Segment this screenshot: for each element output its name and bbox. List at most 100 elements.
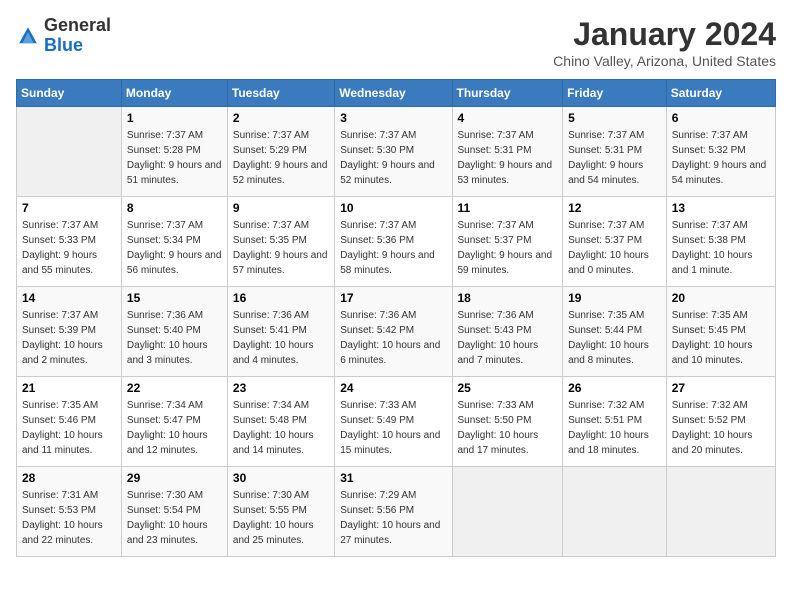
calendar-cell: 19 Sunrise: 7:35 AMSunset: 5:44 PMDayligh… [563,287,667,377]
day-number: 10 [340,201,446,215]
day-number: 29 [127,471,222,485]
day-info: Sunrise: 7:37 AMSunset: 5:38 PMDaylight:… [672,218,770,278]
calendar-cell [17,107,122,197]
day-info: Sunrise: 7:35 AMSunset: 5:46 PMDaylight:… [22,398,116,458]
col-header-friday: Friday [563,80,667,107]
calendar-cell: 23 Sunrise: 7:34 AMSunset: 5:48 PMDayligh… [227,377,334,467]
day-info: Sunrise: 7:34 AMSunset: 5:47 PMDaylight:… [127,398,222,458]
day-number: 19 [568,291,661,305]
col-header-sunday: Sunday [17,80,122,107]
calendar-cell: 2 Sunrise: 7:37 AMSunset: 5:29 PMDaylight… [227,107,334,197]
logo: General Blue [16,16,111,56]
calendar-cell: 1 Sunrise: 7:37 AMSunset: 5:28 PMDaylight… [121,107,227,197]
col-header-thursday: Thursday [452,80,563,107]
day-number: 4 [458,111,558,125]
day-info: Sunrise: 7:30 AMSunset: 5:54 PMDaylight:… [127,488,222,548]
day-info: Sunrise: 7:29 AMSunset: 5:56 PMDaylight:… [340,488,446,548]
day-number: 12 [568,201,661,215]
day-number: 8 [127,201,222,215]
logo-blue-text: Blue [44,35,83,55]
day-number: 16 [233,291,329,305]
day-info: Sunrise: 7:37 AMSunset: 5:32 PMDaylight:… [672,128,770,188]
day-number: 1 [127,111,222,125]
day-info: Sunrise: 7:31 AMSunset: 5:53 PMDaylight:… [22,488,116,548]
day-number: 7 [22,201,116,215]
day-info: Sunrise: 7:35 AMSunset: 5:44 PMDaylight:… [568,308,661,368]
day-number: 25 [458,381,558,395]
logo-icon [16,24,40,48]
day-number: 23 [233,381,329,395]
calendar-cell: 9 Sunrise: 7:37 AMSunset: 5:35 PMDaylight… [227,197,334,287]
day-number: 24 [340,381,446,395]
calendar-cell: 18 Sunrise: 7:36 AMSunset: 5:43 PMDayligh… [452,287,563,377]
day-number: 5 [568,111,661,125]
day-number: 27 [672,381,770,395]
calendar-cell: 20 Sunrise: 7:35 AMSunset: 5:45 PMDayligh… [666,287,775,377]
calendar-cell: 22 Sunrise: 7:34 AMSunset: 5:47 PMDayligh… [121,377,227,467]
day-info: Sunrise: 7:33 AMSunset: 5:50 PMDaylight:… [458,398,558,458]
day-number: 26 [568,381,661,395]
day-info: Sunrise: 7:37 AMSunset: 5:34 PMDaylight:… [127,218,222,278]
day-info: Sunrise: 7:37 AMSunset: 5:33 PMDaylight:… [22,218,116,278]
calendar-cell: 26 Sunrise: 7:32 AMSunset: 5:51 PMDayligh… [563,377,667,467]
calendar-title: January 2024 [553,16,776,53]
calendar-cell: 4 Sunrise: 7:37 AMSunset: 5:31 PMDaylight… [452,107,563,197]
page-header: General Blue January 2024 Chino Valley, … [16,16,776,69]
day-info: Sunrise: 7:32 AMSunset: 5:51 PMDaylight:… [568,398,661,458]
calendar-cell: 21 Sunrise: 7:35 AMSunset: 5:46 PMDayligh… [17,377,122,467]
logo-general-text: General [44,15,111,35]
day-info: Sunrise: 7:37 AMSunset: 5:39 PMDaylight:… [22,308,116,368]
calendar-cell [563,467,667,557]
day-info: Sunrise: 7:37 AMSunset: 5:30 PMDaylight:… [340,128,446,188]
day-info: Sunrise: 7:37 AMSunset: 5:28 PMDaylight:… [127,128,222,188]
calendar-cell: 12 Sunrise: 7:37 AMSunset: 5:37 PMDayligh… [563,197,667,287]
day-number: 11 [458,201,558,215]
col-header-tuesday: Tuesday [227,80,334,107]
calendar-cell: 28 Sunrise: 7:31 AMSunset: 5:53 PMDayligh… [17,467,122,557]
day-info: Sunrise: 7:30 AMSunset: 5:55 PMDaylight:… [233,488,329,548]
calendar-cell: 13 Sunrise: 7:37 AMSunset: 5:38 PMDayligh… [666,197,775,287]
calendar-cell: 10Sunrise: 7:37 AMSunset: 5:36 PMDayligh… [335,197,452,287]
day-info: Sunrise: 7:36 AMSunset: 5:40 PMDaylight:… [127,308,222,368]
day-number: 18 [458,291,558,305]
day-number: 9 [233,201,329,215]
calendar-cell: 17 Sunrise: 7:36 AMSunset: 5:42 PMDayligh… [335,287,452,377]
day-number: 17 [340,291,446,305]
day-number: 28 [22,471,116,485]
calendar-cell: 3 Sunrise: 7:37 AMSunset: 5:30 PMDaylight… [335,107,452,197]
day-info: Sunrise: 7:36 AMSunset: 5:41 PMDaylight:… [233,308,329,368]
day-info: Sunrise: 7:34 AMSunset: 5:48 PMDaylight:… [233,398,329,458]
calendar-cell: 29 Sunrise: 7:30 AMSunset: 5:54 PMDayligh… [121,467,227,557]
day-number: 21 [22,381,116,395]
calendar-cell [452,467,563,557]
day-number: 22 [127,381,222,395]
calendar-cell: 14Sunrise: 7:37 AMSunset: 5:39 PMDayligh… [17,287,122,377]
day-number: 31 [340,471,446,485]
day-number: 13 [672,201,770,215]
day-info: Sunrise: 7:37 AMSunset: 5:37 PMDaylight:… [568,218,661,278]
calendar-cell: 27 Sunrise: 7:32 AMSunset: 5:52 PMDayligh… [666,377,775,467]
col-header-wednesday: Wednesday [335,80,452,107]
day-number: 30 [233,471,329,485]
day-info: Sunrise: 7:36 AMSunset: 5:42 PMDaylight:… [340,308,446,368]
day-info: Sunrise: 7:37 AMSunset: 5:31 PMDaylight:… [568,128,661,188]
day-info: Sunrise: 7:37 AMSunset: 5:35 PMDaylight:… [233,218,329,278]
day-number: 15 [127,291,222,305]
col-header-monday: Monday [121,80,227,107]
day-number: 20 [672,291,770,305]
day-info: Sunrise: 7:32 AMSunset: 5:52 PMDaylight:… [672,398,770,458]
calendar-cell: 8 Sunrise: 7:37 AMSunset: 5:34 PMDaylight… [121,197,227,287]
day-info: Sunrise: 7:35 AMSunset: 5:45 PMDaylight:… [672,308,770,368]
day-number: 3 [340,111,446,125]
calendar-cell: 15 Sunrise: 7:36 AMSunset: 5:40 PMDayligh… [121,287,227,377]
day-info: Sunrise: 7:37 AMSunset: 5:29 PMDaylight:… [233,128,329,188]
calendar-cell: 5 Sunrise: 7:37 AMSunset: 5:31 PMDaylight… [563,107,667,197]
calendar-table: SundayMondayTuesdayWednesdayThursdayFrid… [16,79,776,557]
calendar-cell: 24 Sunrise: 7:33 AMSunset: 5:49 PMDayligh… [335,377,452,467]
title-block: January 2024 Chino Valley, Arizona, Unit… [553,16,776,69]
calendar-cell: 11Sunrise: 7:37 AMSunset: 5:37 PMDayligh… [452,197,563,287]
day-info: Sunrise: 7:36 AMSunset: 5:43 PMDaylight:… [458,308,558,368]
day-number: 2 [233,111,329,125]
day-info: Sunrise: 7:33 AMSunset: 5:49 PMDaylight:… [340,398,446,458]
day-info: Sunrise: 7:37 AMSunset: 5:31 PMDaylight:… [458,128,558,188]
